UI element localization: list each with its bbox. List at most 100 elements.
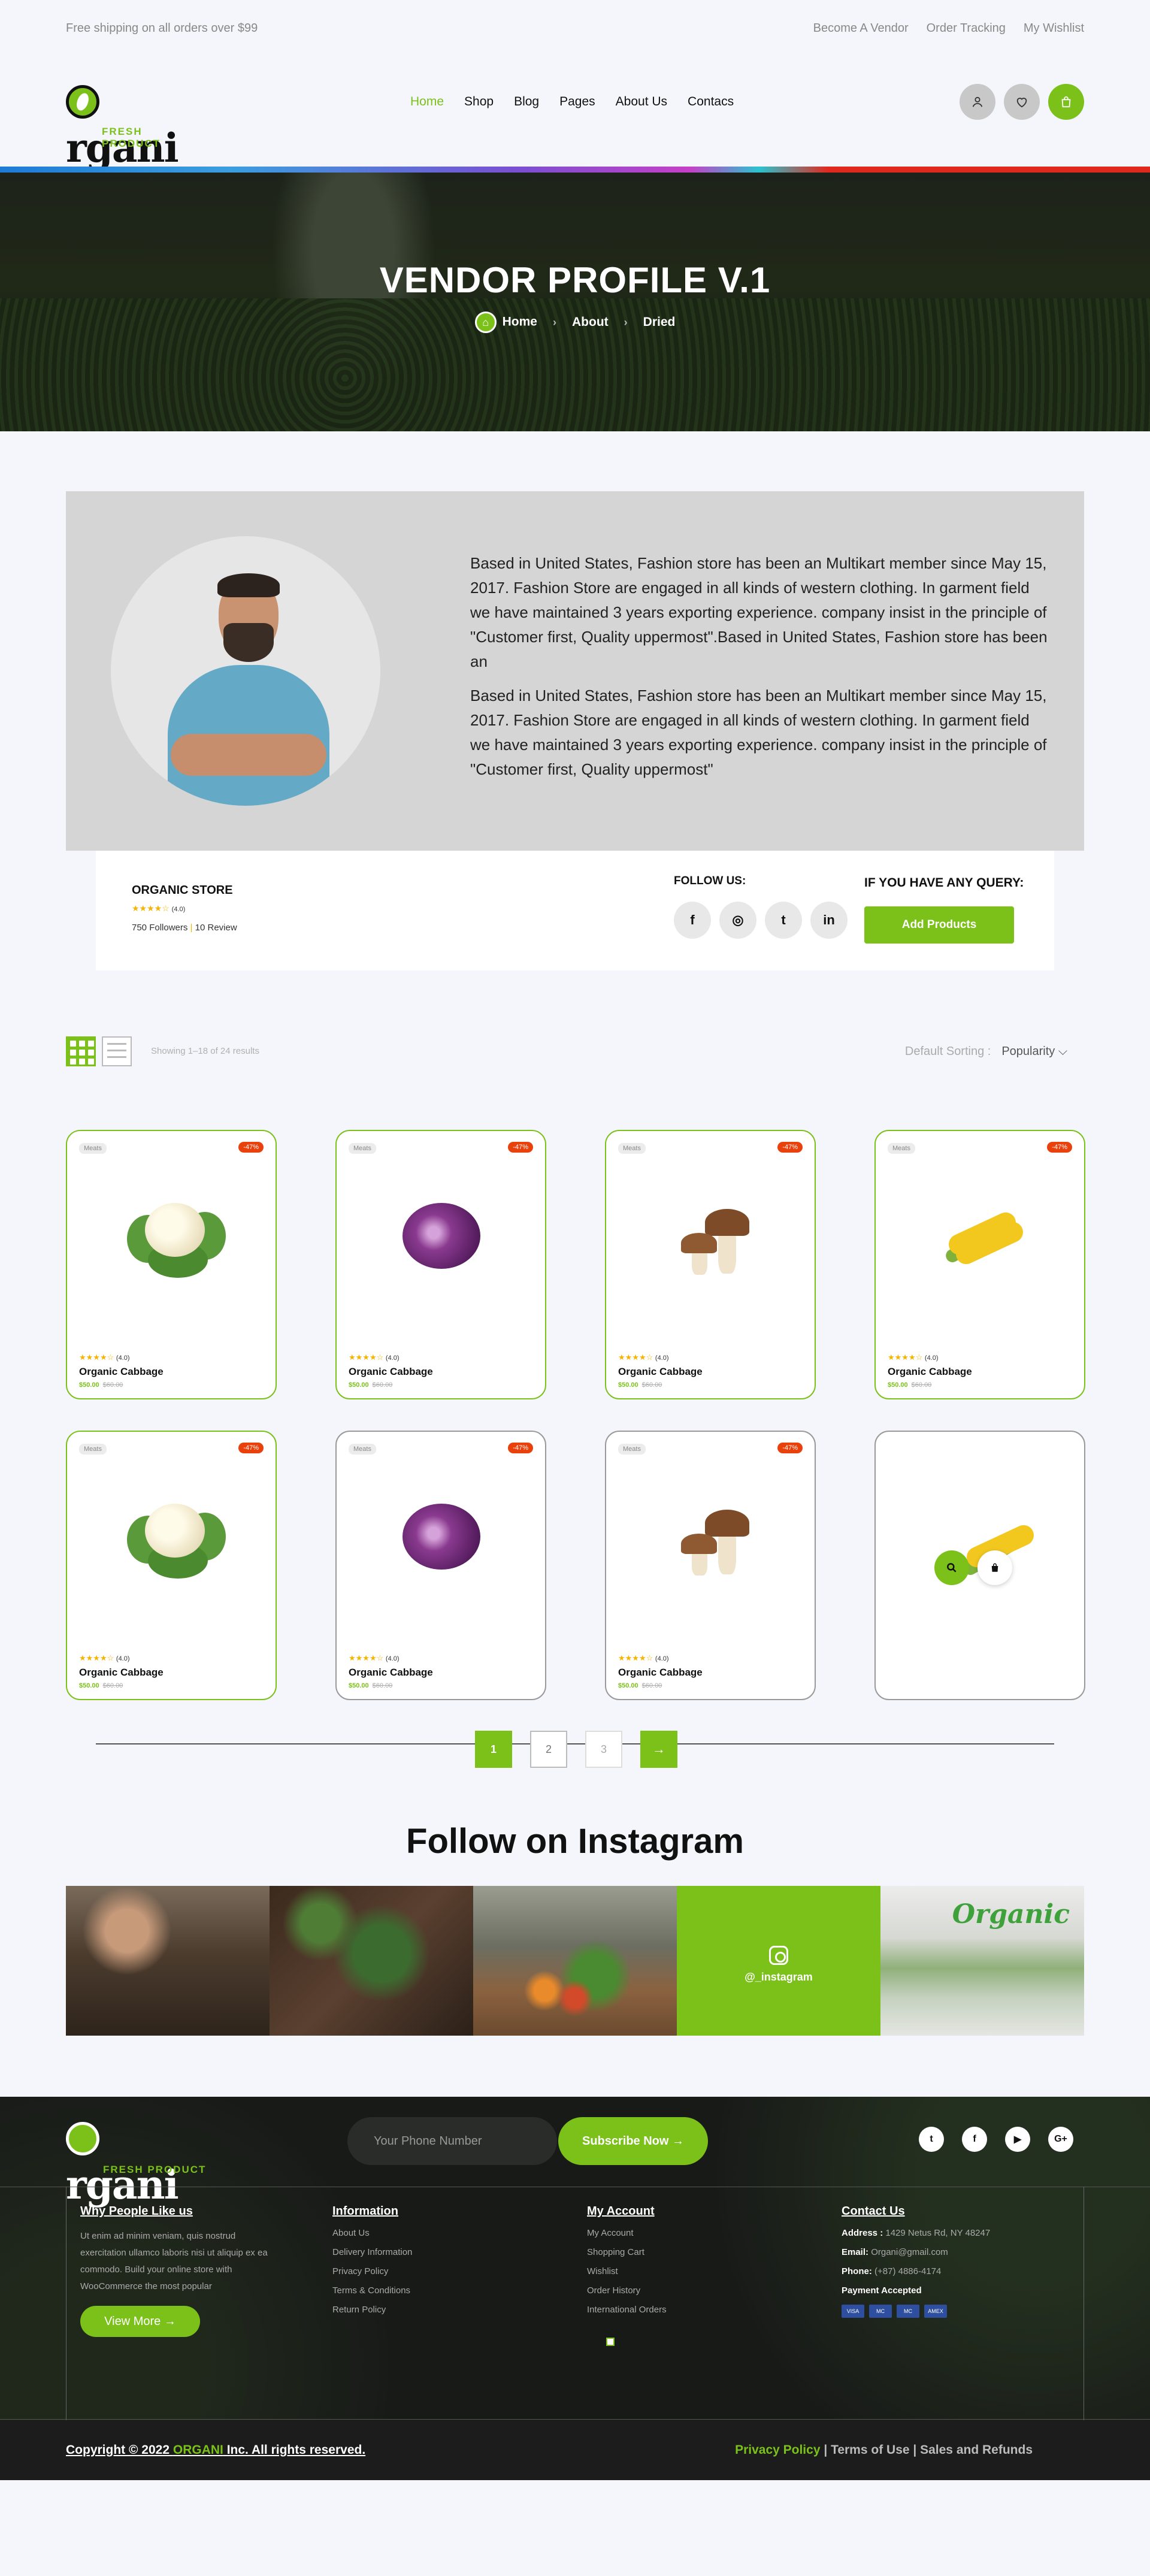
footer-link[interactable]: Shopping Cart xyxy=(587,2247,815,2257)
checkbox-icon[interactable] xyxy=(606,2338,615,2346)
results-count: Showing 1–18 of 24 results xyxy=(151,1046,259,1056)
list-view-icon[interactable] xyxy=(102,1036,132,1066)
discount-badge: -47% xyxy=(238,1443,264,1453)
order-tracking-link[interactable]: Order Tracking xyxy=(927,22,1006,35)
home-icon: ⌂ xyxy=(474,312,497,333)
top-bar: Free shipping on all orders over $99 Bec… xyxy=(0,0,1150,60)
user-icon[interactable] xyxy=(960,84,995,120)
category-badge: Meats xyxy=(79,1444,107,1455)
product-rating: ★★★★☆ (4.0) xyxy=(888,1353,939,1362)
vendor-social: f ◎ t in xyxy=(674,902,848,939)
nav-contacts[interactable]: Contacs xyxy=(688,95,734,109)
youtube-icon[interactable]: ▶ xyxy=(1005,2127,1030,2152)
product-name[interactable]: Organic Cabbage xyxy=(888,1366,972,1378)
breadcrumb-about[interactable]: About xyxy=(572,315,609,329)
header-divider xyxy=(0,167,1150,173)
bag-icon[interactable] xyxy=(978,1550,1012,1585)
footer-link[interactable]: Delivery Information xyxy=(332,2247,560,2257)
category-badge: Meats xyxy=(618,1143,646,1154)
product-card[interactable]: Meats -47% ★★★★☆ (4.0) Organic Cabbage $50.0… xyxy=(335,1431,546,1700)
footer-link[interactable]: International Orders xyxy=(587,2305,815,2315)
nav-blog[interactable]: Blog xyxy=(514,95,539,109)
discount-badge: -47% xyxy=(777,1443,803,1453)
subscribe-button[interactable]: Subscribe Now → xyxy=(558,2117,708,2165)
site-logo[interactable]: rgani FRESH PRODUCT xyxy=(66,78,198,171)
nav-about[interactable]: About Us xyxy=(616,95,667,109)
category-badge: Meats xyxy=(79,1143,107,1154)
product-card[interactable]: Meats -47% ★★★★☆ (4.0) Organic Cabbage $50.0… xyxy=(605,1130,816,1399)
cabbage-image xyxy=(402,1504,480,1570)
twitter-icon[interactable]: t xyxy=(765,902,802,939)
instagram-photo-basket[interactable] xyxy=(473,1886,677,2036)
vendor-avatar xyxy=(111,536,380,806)
bag-icon[interactable] xyxy=(1048,84,1084,120)
search-icon[interactable] xyxy=(934,1550,969,1585)
nav-home[interactable]: Home xyxy=(410,95,444,109)
category-badge: Meats xyxy=(349,1143,376,1154)
page-2[interactable]: 2 xyxy=(530,1731,567,1768)
instagram-photo-store[interactable]: Organic xyxy=(880,1886,1084,2036)
page-3[interactable]: 3 xyxy=(585,1731,622,1768)
shop-toolbar: Showing 1–18 of 24 results Default Sorti… xyxy=(66,1036,1084,1070)
product-name[interactable]: Organic Cabbage xyxy=(79,1667,164,1679)
instagram-photo-soil[interactable] xyxy=(66,1886,270,2036)
view-more-button[interactable]: View More → xyxy=(80,2306,200,2337)
footer-link[interactable]: Return Policy xyxy=(332,2305,560,2315)
vendor-info-card: ORGANIC STORE ★★★★☆ (4.0) 750 Followers … xyxy=(96,851,1054,970)
product-name[interactable]: Organic Cabbage xyxy=(349,1366,433,1378)
site-header: rgani FRESH PRODUCT Home Shop Blog Pages… xyxy=(0,60,1150,171)
corn-image xyxy=(942,1209,1027,1268)
leaf-logo-icon xyxy=(66,85,99,119)
grid-view-icon[interactable] xyxy=(66,1036,96,1066)
linkedin-icon[interactable]: in xyxy=(810,902,848,939)
instagram-tile[interactable]: @_instagram xyxy=(677,1886,880,2036)
privacy-policy-link[interactable]: Privacy Policy xyxy=(735,2443,820,2457)
facebook-icon[interactable]: f xyxy=(674,902,711,939)
product-card[interactable]: Meats -47% ★★★★☆ (4.0) Organic Cabbage $50.0… xyxy=(874,1130,1085,1399)
nav-shop[interactable]: Shop xyxy=(464,95,494,109)
store-rating: ★★★★☆ (4.0) xyxy=(132,903,186,913)
discount-badge: -47% xyxy=(508,1142,533,1153)
payment-cards: VISA MC MC AMEX xyxy=(842,2305,1069,2318)
footer-link[interactable]: About Us xyxy=(332,2228,560,2238)
twitter-icon[interactable]: t xyxy=(919,2127,944,2152)
nav-pages[interactable]: Pages xyxy=(559,95,595,109)
breadcrumb-home[interactable]: Home xyxy=(503,315,537,329)
become-vendor-link[interactable]: Become A Vendor xyxy=(813,22,909,35)
facebook-icon[interactable]: f xyxy=(962,2127,987,2152)
terms-link[interactable]: Terms of Use xyxy=(831,2443,910,2457)
product-rating: ★★★★☆ (4.0) xyxy=(349,1353,400,1362)
product-name[interactable]: Organic Cabbage xyxy=(349,1667,433,1679)
cauliflower-image xyxy=(124,1191,226,1281)
product-card[interactable]: Meats -47% ★★★★☆ (4.0) Organic Cabbage $50.0… xyxy=(335,1130,546,1399)
google-plus-icon[interactable]: G+ xyxy=(1048,2127,1073,2152)
refunds-link[interactable]: Sales and Refunds xyxy=(920,2443,1033,2457)
footer-why: Why People Like us Ut enim ad minim veni… xyxy=(80,2205,278,2337)
footer-link[interactable]: My Account xyxy=(587,2228,815,2238)
instagram-photo-greens[interactable] xyxy=(270,1886,473,2036)
product-name[interactable]: Organic Cabbage xyxy=(79,1366,164,1378)
page-1[interactable]: 1 xyxy=(475,1731,512,1768)
amex-icon: AMEX xyxy=(924,2305,947,2318)
product-card[interactable]: Meats -47% ★★★★☆ (4.0) Organic Cabbage $50.0… xyxy=(66,1130,277,1399)
header-actions xyxy=(960,84,1084,120)
footer-logo[interactable]: rgani FRESH PRODUCT xyxy=(66,2115,210,2208)
sort-select[interactable]: Default Sorting : Popularity ⌵ xyxy=(905,1045,1067,1059)
product-card[interactable]: Meats -47% ★★★★☆ (4.0) Organic Cabbage $50.0… xyxy=(605,1431,816,1700)
footer-link[interactable]: Privacy Policy xyxy=(332,2266,560,2276)
next-page-icon[interactable]: → xyxy=(640,1731,677,1768)
footer-link[interactable]: Terms & Conditions xyxy=(332,2285,560,2296)
footer-link[interactable]: Order History xyxy=(587,2285,815,2296)
breadcrumb-current: Dried xyxy=(643,315,676,329)
product-name[interactable]: Organic Cabbage xyxy=(618,1366,703,1378)
heart-icon[interactable] xyxy=(1004,84,1040,120)
follow-label: FOLLOW US: xyxy=(674,875,746,887)
product-card[interactable]: Meats -47% ★★★★☆ (4.0) Organic Cabbage $50.0… xyxy=(66,1431,277,1700)
product-card-hover[interactable] xyxy=(874,1431,1085,1700)
phone-input[interactable]: Your Phone Number xyxy=(347,2117,557,2165)
product-name[interactable]: Organic Cabbage xyxy=(618,1667,703,1679)
my-wishlist-link[interactable]: My Wishlist xyxy=(1024,22,1084,35)
footer-link[interactable]: Wishlist xyxy=(587,2266,815,2276)
add-products-button[interactable]: Add Products xyxy=(864,906,1014,944)
instagram-icon[interactable]: ◎ xyxy=(719,902,756,939)
